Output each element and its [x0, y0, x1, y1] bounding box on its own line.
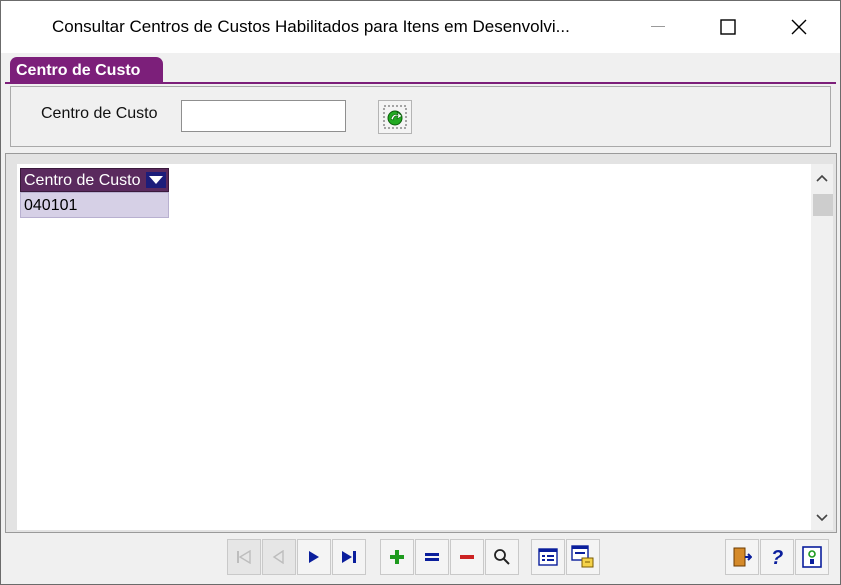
search-icon [494, 549, 510, 565]
previous-record-icon [272, 550, 284, 564]
refresh-button[interactable] [378, 100, 412, 134]
tab-centro-de-custo[interactable]: Centro de Custo [10, 57, 163, 83]
sort-dropdown-icon[interactable] [146, 172, 166, 188]
equals-button[interactable] [415, 539, 449, 575]
minimize-button[interactable] [628, 1, 688, 53]
last-record-icon [342, 551, 356, 563]
svg-text:?: ? [771, 547, 783, 567]
chevron-up-icon [816, 174, 828, 182]
next-record-icon [309, 551, 319, 563]
first-record-icon [237, 550, 251, 564]
app-toolbar: ? [725, 539, 830, 575]
close-button[interactable] [769, 1, 829, 53]
refresh-arrow-icon [383, 105, 407, 129]
grid-frame: Centro de Custo 040101 [5, 153, 837, 533]
maximize-icon [720, 19, 736, 35]
view-toolbar [531, 539, 601, 575]
help-icon: ? [771, 547, 783, 567]
column-header-centro-de-custo[interactable]: Centro de Custo [20, 168, 169, 192]
exit-door-icon [733, 547, 752, 567]
remove-icon [460, 555, 474, 559]
info-button[interactable] [795, 539, 829, 575]
minimize-icon [651, 26, 665, 27]
close-icon [791, 19, 807, 35]
title-bar: Consultar Centros de Custos Habilitados … [1, 1, 840, 53]
filter-panel: Centro de Custo [10, 86, 831, 147]
results-grid[interactable]: Centro de Custo 040101 [17, 164, 811, 530]
maximize-button[interactable] [698, 1, 758, 53]
remove-button[interactable] [450, 539, 484, 575]
add-icon [390, 550, 404, 564]
scroll-thumb[interactable] [813, 194, 833, 216]
help-button[interactable]: ? [760, 539, 794, 575]
edit-toolbar [380, 539, 520, 575]
search-button[interactable] [485, 539, 519, 575]
exit-button[interactable] [725, 539, 759, 575]
tab-underline [5, 82, 836, 84]
column-header-label: Centro de Custo [24, 172, 141, 189]
export-icon [571, 545, 594, 568]
vertical-scrollbar[interactable] [811, 164, 833, 530]
export-button[interactable] [566, 539, 600, 575]
dialog-window: Consultar Centros de Custos Habilitados … [0, 0, 841, 585]
equals-icon [425, 553, 439, 561]
centro-de-custo-label: Centro de Custo [41, 105, 158, 122]
form-view-button[interactable] [531, 539, 565, 575]
previous-record-button[interactable] [262, 539, 296, 575]
add-button[interactable] [380, 539, 414, 575]
cell-centro-de-custo: 040101 [24, 197, 78, 214]
last-record-button[interactable] [332, 539, 366, 575]
info-icon [802, 546, 822, 568]
table-row[interactable]: 040101 [20, 192, 169, 218]
first-record-button[interactable] [227, 539, 261, 575]
form-view-icon [538, 548, 558, 566]
next-record-button[interactable] [297, 539, 331, 575]
chevron-down-icon [816, 514, 828, 522]
nav-toolbar [227, 539, 367, 575]
centro-de-custo-input[interactable] [181, 100, 346, 132]
window-title: Consultar Centros de Custos Habilitados … [52, 17, 570, 36]
scroll-up-button[interactable] [811, 168, 833, 188]
scroll-down-button[interactable] [811, 508, 833, 528]
